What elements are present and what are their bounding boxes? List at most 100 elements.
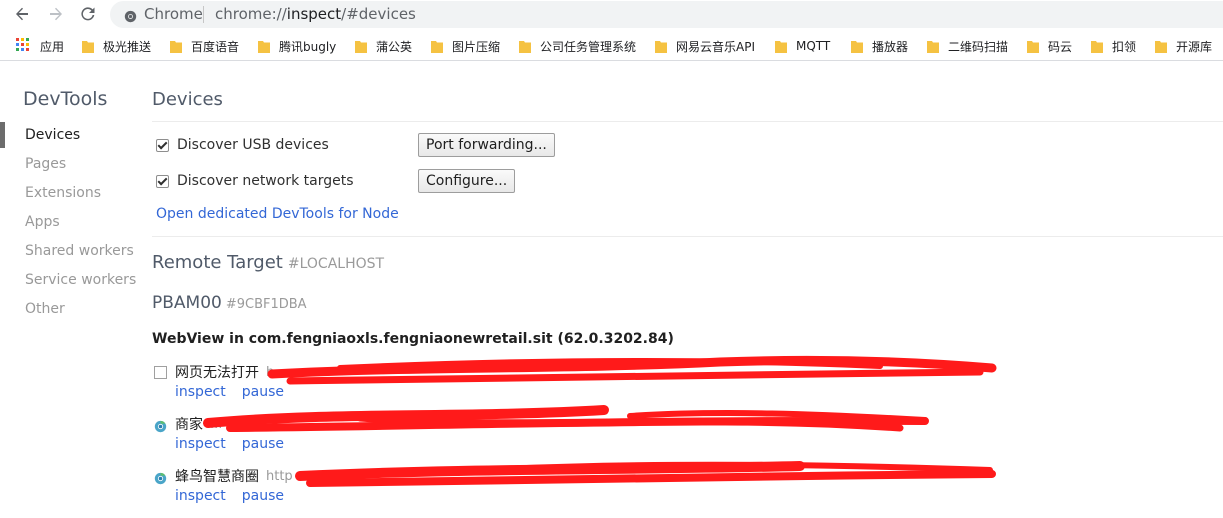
remote-target-title: Remote Target — [152, 252, 283, 273]
bookmark-label: 码云 — [1048, 39, 1073, 54]
back-arrow-icon — [16, 7, 28, 21]
open-node-devtools-link[interactable]: Open dedicated DevTools for Node — [156, 206, 399, 222]
folder-icon — [1027, 40, 1039, 53]
address-bar[interactable]: Chrome chrome://inspect/#devices — [110, 1, 1223, 28]
bookmarks-bar: 应用 极光推送 百度语音 腾讯bugly 蒲公英 图片压缩 公司任务管理系统 网… — [0, 32, 1223, 61]
url-host: inspect — [286, 5, 342, 23]
folder-icon — [775, 40, 787, 53]
bookmark-label: 图片压缩 — [452, 39, 501, 54]
reload-icon — [81, 7, 95, 21]
target-url: ... — [210, 416, 223, 432]
bookmark-folder[interactable]: 二维码扫描 — [927, 37, 1008, 55]
url-prefix: chrome:// — [215, 5, 287, 23]
reload-button[interactable] — [76, 3, 100, 25]
device-heading: PBAM00 #9CBF1DBA — [152, 293, 307, 313]
pause-link[interactable]: pause — [242, 488, 284, 504]
browser-toolbar: Chrome chrome://inspect/#devices — [0, 0, 1223, 30]
sidebar-item-service-workers[interactable]: Service workers — [25, 272, 136, 288]
bookmark-folder[interactable]: 极光推送 — [82, 37, 151, 55]
bookmark-label: 极光推送 — [103, 39, 152, 54]
bookmark-label: 应用 — [40, 39, 65, 54]
bookmark-folder[interactable]: 图片压缩 — [431, 37, 500, 55]
apps-grid-icon — [16, 37, 30, 55]
bookmark-label: 二维码扫描 — [948, 39, 1009, 54]
chrome-favicon-icon — [154, 418, 167, 432]
port-forwarding-button[interactable]: Port forwarding... — [418, 133, 555, 157]
chrome-page-icon — [124, 8, 137, 27]
inspect-link[interactable]: inspect — [175, 436, 226, 452]
bookmark-folder[interactable]: 百度语音 — [170, 37, 239, 55]
pause-link[interactable]: pause — [242, 436, 284, 452]
remote-target-heading: Remote Target #LOCALHOST — [152, 252, 384, 273]
bookmark-folder[interactable]: 播放器 — [851, 37, 908, 55]
target-name: 网页无法打开 — [175, 365, 259, 381]
forward-button[interactable] — [44, 3, 68, 25]
discover-usb-checkbox[interactable] — [156, 138, 169, 152]
inspect-link[interactable]: inspect — [175, 384, 226, 400]
bookmark-apps[interactable]: 应用 — [16, 37, 64, 55]
sidebar-item-extensions[interactable]: Extensions — [25, 185, 101, 201]
back-button[interactable] — [10, 3, 34, 25]
bookmark-folder[interactable]: 码云 — [1027, 37, 1072, 55]
blank-page-icon — [154, 366, 167, 379]
pause-link[interactable]: pause — [242, 384, 284, 400]
divider — [152, 121, 1223, 122]
omnibox-site-label: Chrome — [144, 5, 203, 23]
sidebar-title: DevTools — [23, 88, 108, 110]
target-url: h... — [266, 364, 287, 380]
url-path: /#devices — [341, 5, 416, 23]
target-item: 网页无法打开 h... inspect pause — [154, 362, 1054, 408]
page-title: Devices — [152, 89, 223, 110]
inspect-link[interactable]: inspect — [175, 488, 226, 504]
bookmark-folder[interactable]: 公司任务管理系统 — [519, 37, 636, 55]
folder-icon — [519, 40, 531, 53]
bookmark-folder[interactable]: 开源库 — [1155, 37, 1212, 55]
target-url: http — [266, 468, 293, 484]
discover-usb-label: Discover USB devices — [177, 137, 329, 153]
bookmark-label: 播放器 — [872, 39, 909, 54]
divider — [152, 236, 1223, 237]
folder-icon — [258, 40, 270, 53]
discover-network-checkbox[interactable] — [156, 174, 169, 188]
omnibox-separator — [203, 6, 204, 23]
chrome-favicon-icon — [154, 470, 167, 484]
target-actions: inspect pause — [175, 488, 284, 504]
bookmark-folder[interactable]: 扣领 — [1091, 37, 1136, 55]
target-actions: inspect pause — [175, 384, 284, 400]
bookmark-folder[interactable]: 网易云音乐API — [655, 37, 755, 55]
sidebar-item-devices[interactable]: Devices — [25, 127, 80, 143]
folder-icon — [170, 40, 182, 53]
folder-icon — [431, 40, 443, 53]
bookmark-folder[interactable]: 腾讯bugly — [258, 37, 336, 55]
folder-icon — [1155, 40, 1167, 53]
forward-arrow-icon — [50, 7, 62, 21]
device-name: PBAM00 — [152, 293, 222, 313]
bookmark-folder[interactable]: 蒲公英 — [355, 37, 412, 55]
bookmark-label: 网易云音乐API — [676, 39, 755, 54]
bookmark-label: 开源库 — [1176, 39, 1213, 54]
target-header: 商家 ... — [154, 414, 222, 434]
active-indicator — [0, 122, 5, 148]
target-item: 商家 ... inspect pause — [154, 414, 1054, 460]
folder-icon — [655, 40, 667, 53]
bookmark-label: 扣领 — [1112, 39, 1137, 54]
bookmark-label: MQTT — [796, 39, 831, 53]
device-serial: #9CBF1DBA — [225, 297, 307, 312]
configure-button[interactable]: Configure... — [418, 169, 516, 193]
sidebar-item-shared-workers[interactable]: Shared workers — [25, 243, 134, 259]
sidebar-item-pages[interactable]: Pages — [25, 156, 66, 172]
target-item: 蜂鸟智慧商圈 http inspect pause — [154, 466, 1054, 512]
sidebar-item-apps[interactable]: Apps — [25, 214, 60, 230]
discover-network-option[interactable]: Discover network targets — [156, 173, 354, 189]
bookmark-label: 蒲公英 — [376, 39, 413, 54]
bookmark-label: 公司任务管理系统 — [540, 39, 637, 54]
sidebar-item-other[interactable]: Other — [25, 301, 65, 317]
discover-network-label: Discover network targets — [177, 173, 354, 189]
folder-icon — [1091, 40, 1103, 53]
omnibox-url[interactable]: chrome://inspect/#devices — [215, 5, 416, 23]
webview-heading: WebView in com.fengniaoxls.fengniaonewre… — [152, 331, 674, 347]
target-name: 商家 — [175, 417, 203, 433]
discover-usb-option[interactable]: Discover USB devices — [156, 137, 329, 153]
bookmark-folder[interactable]: MQTT — [775, 37, 830, 55]
target-header: 蜂鸟智慧商圈 http — [154, 466, 293, 486]
